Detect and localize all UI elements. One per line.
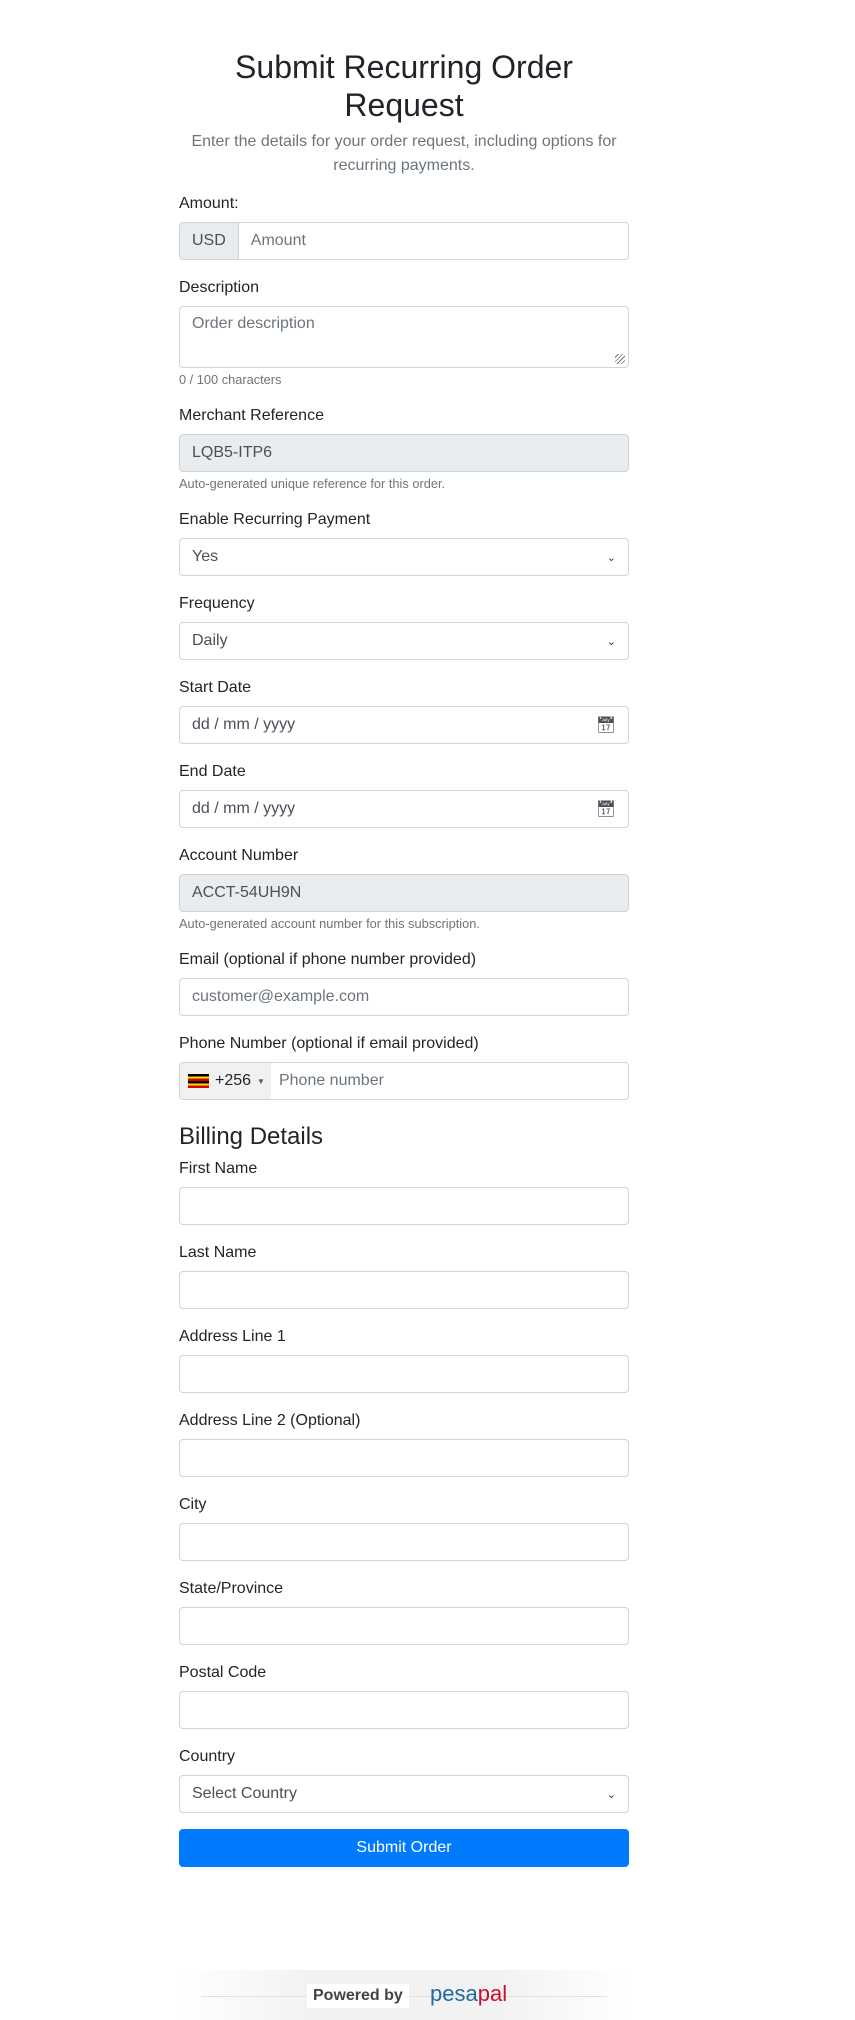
- merchant-reference-help: Auto-generated unique reference for this…: [179, 476, 446, 491]
- phone-field: +256 ▼ Phone number: [179, 1062, 629, 1100]
- recurring-value: Yes: [192, 548, 219, 565]
- start-date-placeholder: dd / mm / yyyy: [192, 716, 296, 733]
- submit-order-button[interactable]: Submit Order: [179, 1829, 629, 1867]
- postal-code-input[interactable]: [179, 1691, 629, 1729]
- resize-handle-icon[interactable]: [615, 354, 625, 364]
- address1-input[interactable]: [179, 1355, 629, 1393]
- dial-code: +256: [215, 1072, 252, 1089]
- chevron-down-icon: ⌄: [606, 551, 616, 564]
- end-date-input[interactable]: dd / mm / yyyy 📅︎: [179, 790, 629, 828]
- country-select[interactable]: Select Country ⌄: [179, 1775, 629, 1813]
- currency-prefix: USD: [179, 222, 239, 260]
- last-name-label: Last Name: [179, 1244, 257, 1261]
- calendar-icon[interactable]: 📅︎: [596, 715, 616, 735]
- chevron-down-icon: ⌄: [606, 635, 616, 648]
- end-date-label: End Date: [179, 763, 246, 780]
- logo-part-pal: pal: [477, 1981, 508, 2006]
- phone-label: Phone Number (optional if email provided…: [179, 1035, 479, 1052]
- country-code-dropdown[interactable]: +256 ▼: [180, 1063, 271, 1099]
- billing-details-heading: Billing Details: [179, 1123, 324, 1150]
- country-label: Country: [179, 1748, 236, 1765]
- frequency-label: Frequency: [179, 595, 255, 612]
- amount-label: Amount:: [179, 195, 239, 212]
- frequency-value: Daily: [192, 632, 228, 649]
- address2-label: Address Line 2 (Optional): [179, 1412, 361, 1429]
- state-input[interactable]: [179, 1607, 629, 1645]
- chevron-down-icon: ⌄: [606, 1788, 616, 1801]
- description-counter: 0 / 100 characters: [179, 372, 282, 387]
- description-placeholder: Order description: [192, 315, 315, 332]
- logo-part-pesa: pesa: [430, 1981, 478, 2006]
- uganda-flag-icon: [188, 1074, 209, 1088]
- start-date-label: Start Date: [179, 679, 252, 696]
- end-date-placeholder: dd / mm / yyyy: [192, 800, 296, 817]
- amount-input[interactable]: Amount: [238, 222, 629, 260]
- caret-down-icon: ▼: [257, 1076, 265, 1086]
- powered-by-text: Powered by: [307, 1984, 409, 2008]
- email-input[interactable]: customer@example.com: [179, 978, 629, 1016]
- address2-input[interactable]: [179, 1439, 629, 1477]
- merchant-reference-input[interactable]: LQB5-ITP6: [179, 434, 629, 472]
- first-name-input[interactable]: [179, 1187, 629, 1225]
- footer: Powered by pesapal: [179, 1970, 629, 2020]
- description-input[interactable]: Order description: [179, 306, 629, 368]
- pesapal-logo[interactable]: pesapal: [430, 1982, 507, 2006]
- page-title: Submit Recurring Order Request: [235, 49, 573, 123]
- start-date-input[interactable]: dd / mm / yyyy 📅︎: [179, 706, 629, 744]
- merchant-reference-label: Merchant Reference: [179, 407, 324, 424]
- page-subtitle: Enter the details for your order request…: [191, 133, 617, 174]
- recurring-select[interactable]: Yes ⌄: [179, 538, 629, 576]
- country-value: Select Country: [192, 1785, 297, 1802]
- postal-code-label: Postal Code: [179, 1664, 267, 1681]
- calendar-icon[interactable]: 📅︎: [596, 799, 616, 819]
- account-number-label: Account Number: [179, 847, 299, 864]
- city-label: City: [179, 1496, 207, 1513]
- phone-input[interactable]: Phone number: [271, 1063, 384, 1099]
- email-label: Email (optional if phone number provided…: [179, 951, 477, 968]
- account-number-input[interactable]: ACCT-54UH9N: [179, 874, 629, 912]
- city-input[interactable]: [179, 1523, 629, 1561]
- frequency-select[interactable]: Daily ⌄: [179, 622, 629, 660]
- order-form: Submit Recurring Order Request Enter the…: [179, 48, 629, 1867]
- account-number-help: Auto-generated account number for this s…: [179, 916, 480, 931]
- address1-label: Address Line 1: [179, 1328, 286, 1345]
- description-label: Description: [179, 279, 260, 296]
- last-name-input[interactable]: [179, 1271, 629, 1309]
- recurring-label: Enable Recurring Payment: [179, 511, 371, 528]
- first-name-label: First Name: [179, 1160, 258, 1177]
- state-label: State/Province: [179, 1580, 284, 1597]
